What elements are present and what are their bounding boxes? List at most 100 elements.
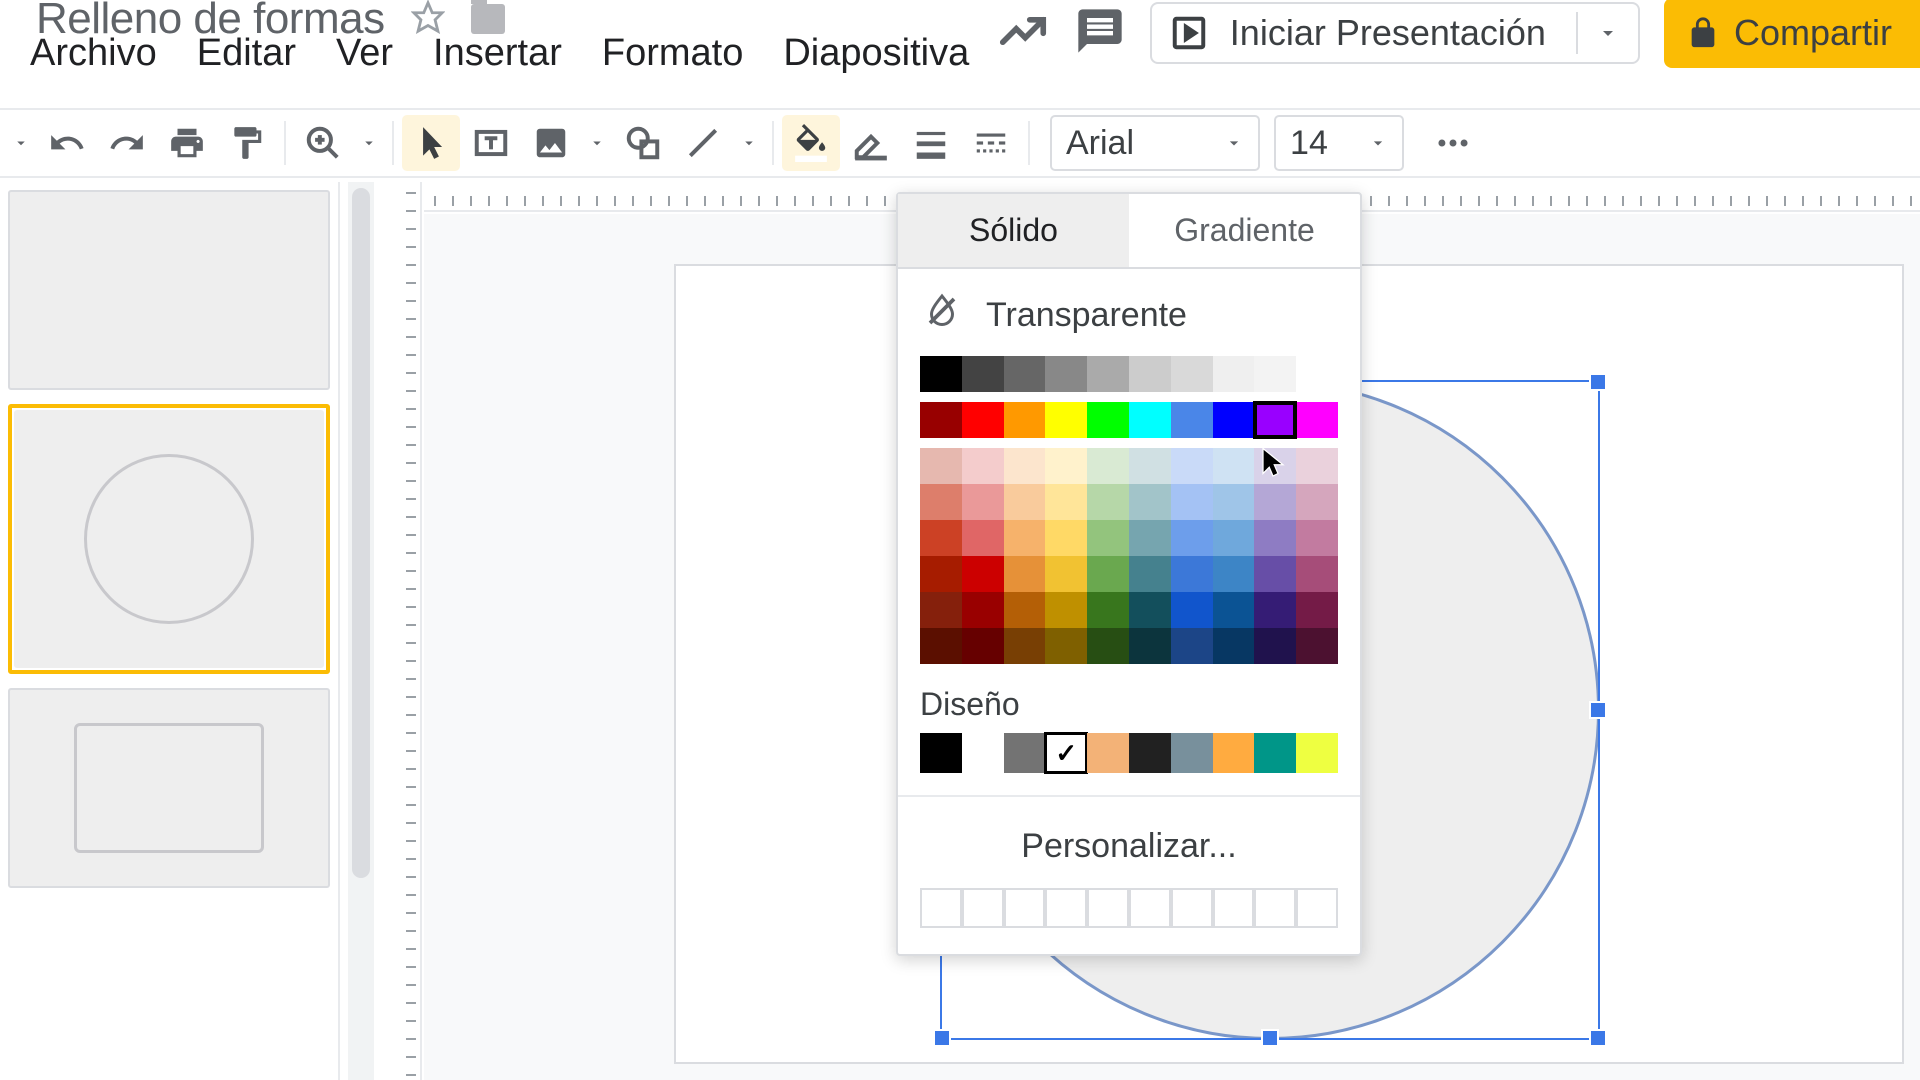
resize-handle-b[interactable] bbox=[1261, 1029, 1279, 1047]
zoom-button[interactable] bbox=[294, 115, 352, 171]
color-swatch[interactable] bbox=[1045, 556, 1087, 592]
color-swatch[interactable] bbox=[1045, 448, 1087, 484]
color-swatch[interactable] bbox=[1045, 592, 1087, 628]
color-swatch[interactable] bbox=[1129, 484, 1171, 520]
color-swatch[interactable] bbox=[920, 556, 962, 592]
theme-swatch[interactable] bbox=[1296, 733, 1338, 773]
color-swatch[interactable] bbox=[1213, 356, 1255, 392]
slide-thumb-3[interactable] bbox=[8, 688, 330, 888]
resize-handle-tr[interactable] bbox=[1589, 373, 1607, 391]
color-swatch[interactable] bbox=[1296, 520, 1338, 556]
paint-format-button[interactable] bbox=[218, 115, 276, 171]
font-select[interactable]: Arial bbox=[1050, 115, 1260, 171]
color-swatch[interactable] bbox=[1254, 592, 1296, 628]
color-swatch[interactable] bbox=[1129, 592, 1171, 628]
color-swatch[interactable] bbox=[962, 402, 1004, 438]
color-swatch[interactable] bbox=[1213, 484, 1255, 520]
tab-gradient[interactable]: Gradiente bbox=[1129, 194, 1360, 267]
menu-ver[interactable]: Ver bbox=[336, 32, 393, 75]
theme-swatch[interactable] bbox=[1129, 733, 1171, 773]
color-swatch[interactable] bbox=[1171, 628, 1213, 664]
slide-thumb-2[interactable] bbox=[8, 404, 330, 674]
color-swatch[interactable] bbox=[1004, 448, 1046, 484]
color-swatch[interactable] bbox=[1087, 448, 1129, 484]
custom-swatch[interactable] bbox=[1171, 888, 1213, 928]
color-swatch[interactable] bbox=[1254, 628, 1296, 664]
color-swatch[interactable] bbox=[1004, 484, 1046, 520]
menu-formato[interactable]: Formato bbox=[602, 32, 743, 75]
move-to-folder-icon[interactable] bbox=[471, 4, 505, 34]
color-swatch[interactable] bbox=[1004, 592, 1046, 628]
theme-swatch[interactable] bbox=[1254, 733, 1296, 773]
line-button[interactable] bbox=[674, 115, 732, 171]
color-swatch[interactable] bbox=[1045, 520, 1087, 556]
color-swatch[interactable] bbox=[1296, 556, 1338, 592]
activity-icon[interactable] bbox=[996, 4, 1050, 63]
font-size-select[interactable]: 14 bbox=[1274, 115, 1404, 171]
color-swatch[interactable] bbox=[1296, 356, 1338, 392]
border-color-button[interactable] bbox=[842, 115, 900, 171]
present-dropdown-icon[interactable] bbox=[1576, 12, 1620, 54]
color-swatch[interactable] bbox=[920, 402, 962, 438]
textbox-button[interactable] bbox=[462, 115, 520, 171]
color-swatch[interactable] bbox=[1087, 556, 1129, 592]
color-swatch[interactable] bbox=[1045, 402, 1087, 438]
zoom-dropdown-icon[interactable] bbox=[354, 134, 384, 152]
theme-swatch[interactable] bbox=[920, 733, 962, 773]
color-swatch[interactable] bbox=[1171, 448, 1213, 484]
color-swatch[interactable] bbox=[1004, 356, 1046, 392]
fill-color-button[interactable] bbox=[782, 115, 840, 171]
color-swatch[interactable] bbox=[1129, 556, 1171, 592]
color-swatch[interactable] bbox=[962, 484, 1004, 520]
color-swatch[interactable] bbox=[1296, 592, 1338, 628]
transparent-option[interactable]: Transparente bbox=[898, 269, 1360, 356]
color-swatch[interactable] bbox=[1213, 556, 1255, 592]
custom-swatch[interactable] bbox=[1254, 888, 1296, 928]
theme-swatch[interactable] bbox=[1087, 733, 1129, 773]
customize-button[interactable]: Personalizar... bbox=[898, 805, 1360, 888]
custom-swatch[interactable] bbox=[1087, 888, 1129, 928]
color-swatch[interactable] bbox=[1129, 628, 1171, 664]
color-swatch[interactable] bbox=[962, 356, 1004, 392]
menu-insertar[interactable]: Insertar bbox=[433, 32, 562, 75]
theme-swatch[interactable] bbox=[1171, 733, 1213, 773]
color-swatch[interactable] bbox=[1171, 402, 1213, 438]
color-swatch[interactable] bbox=[1296, 448, 1338, 484]
select-tool-button[interactable] bbox=[402, 115, 460, 171]
image-dropdown-icon[interactable] bbox=[582, 134, 612, 152]
color-swatch[interactable] bbox=[1045, 356, 1087, 392]
color-swatch[interactable] bbox=[1296, 628, 1338, 664]
color-swatch[interactable] bbox=[920, 592, 962, 628]
custom-swatch[interactable] bbox=[1129, 888, 1171, 928]
menu-archivo[interactable]: Archivo bbox=[30, 32, 157, 75]
image-button[interactable] bbox=[522, 115, 580, 171]
color-swatch[interactable] bbox=[1254, 402, 1296, 438]
color-swatch[interactable] bbox=[1254, 520, 1296, 556]
resize-handle-r[interactable] bbox=[1589, 701, 1607, 719]
undo-button[interactable] bbox=[38, 115, 96, 171]
color-swatch[interactable] bbox=[1087, 520, 1129, 556]
color-swatch[interactable] bbox=[962, 628, 1004, 664]
more-button[interactable] bbox=[1424, 115, 1482, 171]
menu-diapositiva[interactable]: Diapositiva bbox=[783, 32, 969, 75]
color-swatch[interactable] bbox=[920, 356, 962, 392]
color-swatch[interactable] bbox=[1213, 592, 1255, 628]
color-swatch[interactable] bbox=[1004, 628, 1046, 664]
color-swatch[interactable] bbox=[1087, 628, 1129, 664]
theme-swatch[interactable] bbox=[1004, 733, 1046, 773]
color-swatch[interactable] bbox=[1254, 484, 1296, 520]
color-swatch[interactable] bbox=[1296, 484, 1338, 520]
theme-swatch[interactable] bbox=[1045, 733, 1087, 773]
color-swatch[interactable] bbox=[920, 448, 962, 484]
color-swatch[interactable] bbox=[1129, 402, 1171, 438]
color-swatch[interactable] bbox=[1296, 402, 1338, 438]
color-swatch[interactable] bbox=[1171, 520, 1213, 556]
color-swatch[interactable] bbox=[1171, 592, 1213, 628]
border-weight-button[interactable] bbox=[902, 115, 960, 171]
color-swatch[interactable] bbox=[1213, 402, 1255, 438]
color-swatch[interactable] bbox=[1087, 484, 1129, 520]
present-button[interactable]: Iniciar Presentación bbox=[1150, 2, 1640, 64]
border-dash-button[interactable] bbox=[962, 115, 1020, 171]
custom-swatch[interactable] bbox=[1213, 888, 1255, 928]
theme-swatch[interactable] bbox=[1213, 733, 1255, 773]
